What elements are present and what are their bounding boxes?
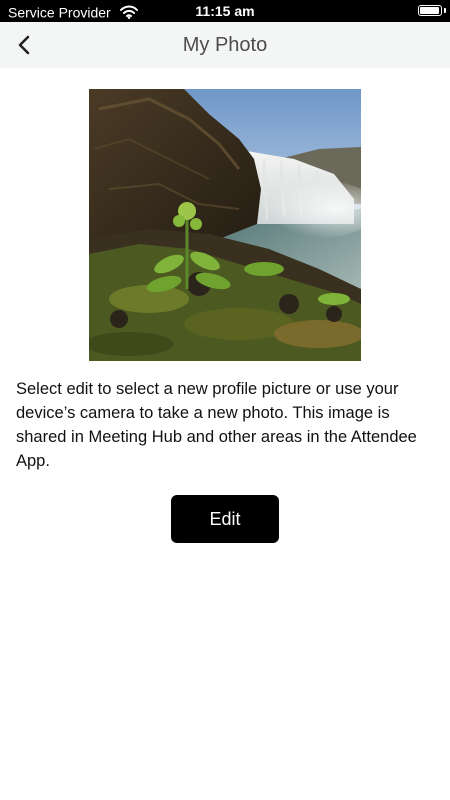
profile-photo[interactable] — [89, 89, 361, 361]
battery-icon — [418, 5, 446, 16]
battery-level — [420, 7, 439, 14]
page-title: My Photo — [182, 34, 268, 56]
status-bar: Service Provider 11:15 am — [0, 0, 450, 22]
photo-description: Select edit to select a new profile pict… — [16, 380, 417, 470]
navigation-bar: My Photo — [0, 22, 450, 68]
profile-photo-image — [89, 89, 361, 361]
edit-button[interactable]: Edit — [171, 495, 279, 543]
status-time: 11:15 am — [195, 3, 255, 19]
battery-tip — [444, 8, 446, 13]
